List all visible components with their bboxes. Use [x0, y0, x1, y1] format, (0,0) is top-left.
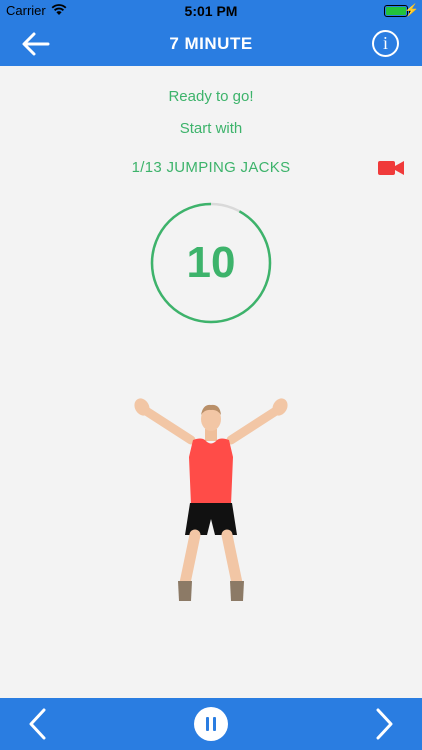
bottom-toolbar: [0, 698, 422, 750]
info-icon[interactable]: i: [372, 30, 399, 57]
previous-chevron-icon[interactable]: [26, 707, 50, 741]
nav-bar: 7 MINUTE i: [0, 22, 422, 66]
video-camera-icon[interactable]: [377, 159, 405, 177]
pause-icon-bar-left: [206, 717, 209, 731]
page-title: 7 MINUTE: [169, 34, 253, 53]
status-bar: Carrier 5:01 PM ⚡: [0, 0, 422, 22]
next-chevron-icon[interactable]: [372, 707, 396, 741]
jumping-jacks-illustration: [134, 398, 288, 601]
exercise-name: 1/13 JUMPING JACKS: [131, 159, 291, 176]
countdown-number: 10: [186, 238, 236, 287]
pause-icon-bar-right: [213, 717, 216, 731]
ready-status: Ready to go!: [168, 88, 254, 105]
countdown-timer: 10: [149, 201, 273, 325]
battery-level: [386, 7, 406, 15]
clock: 5:01 PM: [184, 3, 238, 19]
start-with-label: Start with: [179, 120, 243, 137]
charging-bolt-icon: ⚡: [404, 3, 419, 17]
pause-button[interactable]: [194, 707, 228, 741]
